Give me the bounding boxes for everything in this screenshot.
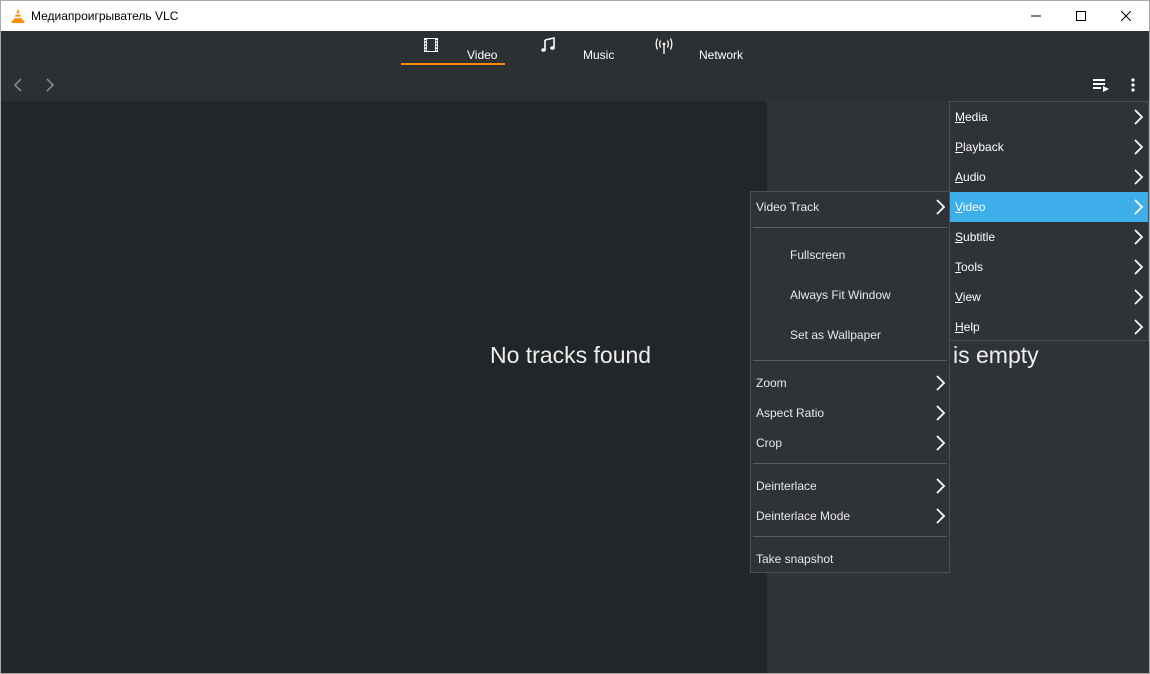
- chevron-right-icon: [936, 508, 946, 524]
- submenu-item-deinterlace[interactable]: Deinterlace: [751, 471, 949, 501]
- back-button[interactable]: [8, 75, 28, 95]
- menu-item-media[interactable]: Media: [950, 102, 1148, 132]
- menu-item-playback[interactable]: Playback: [950, 132, 1148, 162]
- submenu-item-fullscreen[interactable]: Fullscreen: [751, 240, 949, 270]
- tab-music-label: Music: [583, 48, 615, 62]
- playlist-button[interactable]: [1091, 75, 1111, 95]
- submenu-item-label: Always Fit Window: [790, 288, 891, 302]
- more-button[interactable]: [1123, 75, 1143, 95]
- tab-video[interactable]: Video: [401, 31, 505, 67]
- submenu-item-label: Fullscreen: [790, 248, 846, 262]
- chevron-right-icon: [936, 405, 946, 421]
- submenu-item-zoom[interactable]: Zoom: [751, 368, 949, 398]
- menu-item-label: udio: [963, 170, 986, 184]
- source-tabs: Video Music Network: [1, 31, 1149, 67]
- close-icon: [1121, 11, 1131, 21]
- empty-playlist-message: is empty: [953, 342, 1039, 368]
- playlist-icon: [1093, 79, 1109, 92]
- submenu-item-always-fit-window[interactable]: Always Fit Window: [751, 280, 949, 310]
- submenu-item-crop[interactable]: Crop: [751, 428, 949, 458]
- submenu-item-deinterlace-mode[interactable]: Deinterlace Mode: [751, 501, 949, 531]
- navigation-bar: [1, 67, 1149, 101]
- chevron-right-icon: [1134, 259, 1144, 275]
- maximize-button[interactable]: [1058, 1, 1104, 31]
- menu-mnemonic: H: [955, 320, 964, 334]
- submenu-item-label: Video Track: [756, 200, 820, 214]
- chevron-right-icon: [936, 199, 946, 215]
- menu-item-video[interactable]: Video: [950, 192, 1148, 222]
- minimize-button[interactable]: [1013, 1, 1059, 31]
- menu-separator: [753, 360, 947, 361]
- menu-item-subtitle[interactable]: Subtitle: [950, 222, 1148, 252]
- submenu-item-label: Crop: [756, 436, 783, 450]
- chevron-right-icon: [936, 478, 946, 494]
- chevron-right-icon: [1134, 109, 1144, 125]
- active-tab-indicator: [401, 63, 505, 65]
- tab-network-label: Network: [699, 48, 744, 62]
- chevron-right-icon: [1134, 289, 1144, 305]
- menu-item-view[interactable]: View: [950, 282, 1148, 312]
- close-button[interactable]: [1103, 1, 1149, 31]
- empty-tracks-message: No tracks found: [490, 342, 652, 368]
- menu-item-label: iew: [962, 290, 981, 304]
- menu-mnemonic: A: [955, 170, 964, 184]
- menu-item-label: edia: [965, 110, 988, 124]
- menu-item-help[interactable]: Help: [950, 312, 1148, 342]
- submenu-item-label: Take snapshot: [756, 552, 834, 566]
- maximize-icon: [1076, 11, 1086, 21]
- title-bar: Медиапроигрыватель VLC: [0, 0, 1150, 31]
- film-icon: [424, 38, 438, 52]
- main-menu: Media Playback Audio Video Subtitle Tool…: [949, 101, 1149, 341]
- tab-music[interactable]: Music: [531, 31, 631, 67]
- menu-separator: [753, 463, 947, 464]
- menu-mnemonic: M: [955, 110, 965, 124]
- music-note-icon: [541, 37, 555, 52]
- menu-separator: [753, 536, 947, 537]
- antenna-icon: [655, 38, 673, 54]
- menu-mnemonic: V: [955, 290, 963, 304]
- tab-network[interactable]: Network: [649, 31, 759, 67]
- submenu-item-label: Aspect Ratio: [756, 406, 825, 420]
- chevron-right-icon: [1134, 199, 1144, 215]
- more-vertical-icon: [1131, 78, 1135, 92]
- menu-item-label: ubtitle: [963, 230, 996, 244]
- chevron-right-icon: [46, 78, 55, 92]
- submenu-item-take-snapshot[interactable]: Take snapshot: [751, 544, 949, 574]
- forward-button[interactable]: [40, 75, 60, 95]
- menu-separator: [753, 227, 947, 228]
- chevron-right-icon: [936, 435, 946, 451]
- menu-item-label: ideo: [962, 200, 986, 214]
- chevron-right-icon: [1134, 319, 1144, 335]
- chevron-right-icon: [1134, 229, 1144, 245]
- submenu-item-label: Set as Wallpaper: [790, 328, 881, 342]
- chevron-right-icon: [936, 375, 946, 391]
- chevron-right-icon: [1134, 139, 1144, 155]
- menu-item-label: layback: [963, 140, 1004, 154]
- chevron-right-icon: [1134, 169, 1144, 185]
- submenu-item-set-as-wallpaper[interactable]: Set as Wallpaper: [751, 320, 949, 350]
- menu-item-audio[interactable]: Audio: [950, 162, 1148, 192]
- menu-item-label: ools: [961, 260, 984, 274]
- submenu-item-label: Zoom: [756, 376, 787, 390]
- submenu-item-aspect-ratio[interactable]: Aspect Ratio: [751, 398, 949, 428]
- menu-mnemonic: P: [955, 140, 964, 154]
- menu-item-label: elp: [963, 320, 980, 334]
- menu-mnemonic: S: [955, 230, 964, 244]
- submenu-item-label: Deinterlace Mode: [756, 509, 851, 523]
- minimize-icon: [1031, 15, 1041, 17]
- window-title: Медиапроигрыватель VLC: [31, 9, 179, 23]
- tab-video-label: Video: [467, 48, 498, 62]
- menu-mnemonic: V: [955, 200, 963, 214]
- menu-item-tools[interactable]: Tools: [950, 252, 1148, 282]
- vlc-cone-icon: [11, 9, 25, 23]
- media-content-area: [1, 101, 767, 673]
- submenu-item-label: Deinterlace: [756, 479, 817, 493]
- chevron-left-icon: [13, 78, 22, 92]
- submenu-item-video-track[interactable]: Video Track: [751, 192, 949, 222]
- video-submenu: Video Track Fullscreen Always Fit Window…: [750, 191, 950, 573]
